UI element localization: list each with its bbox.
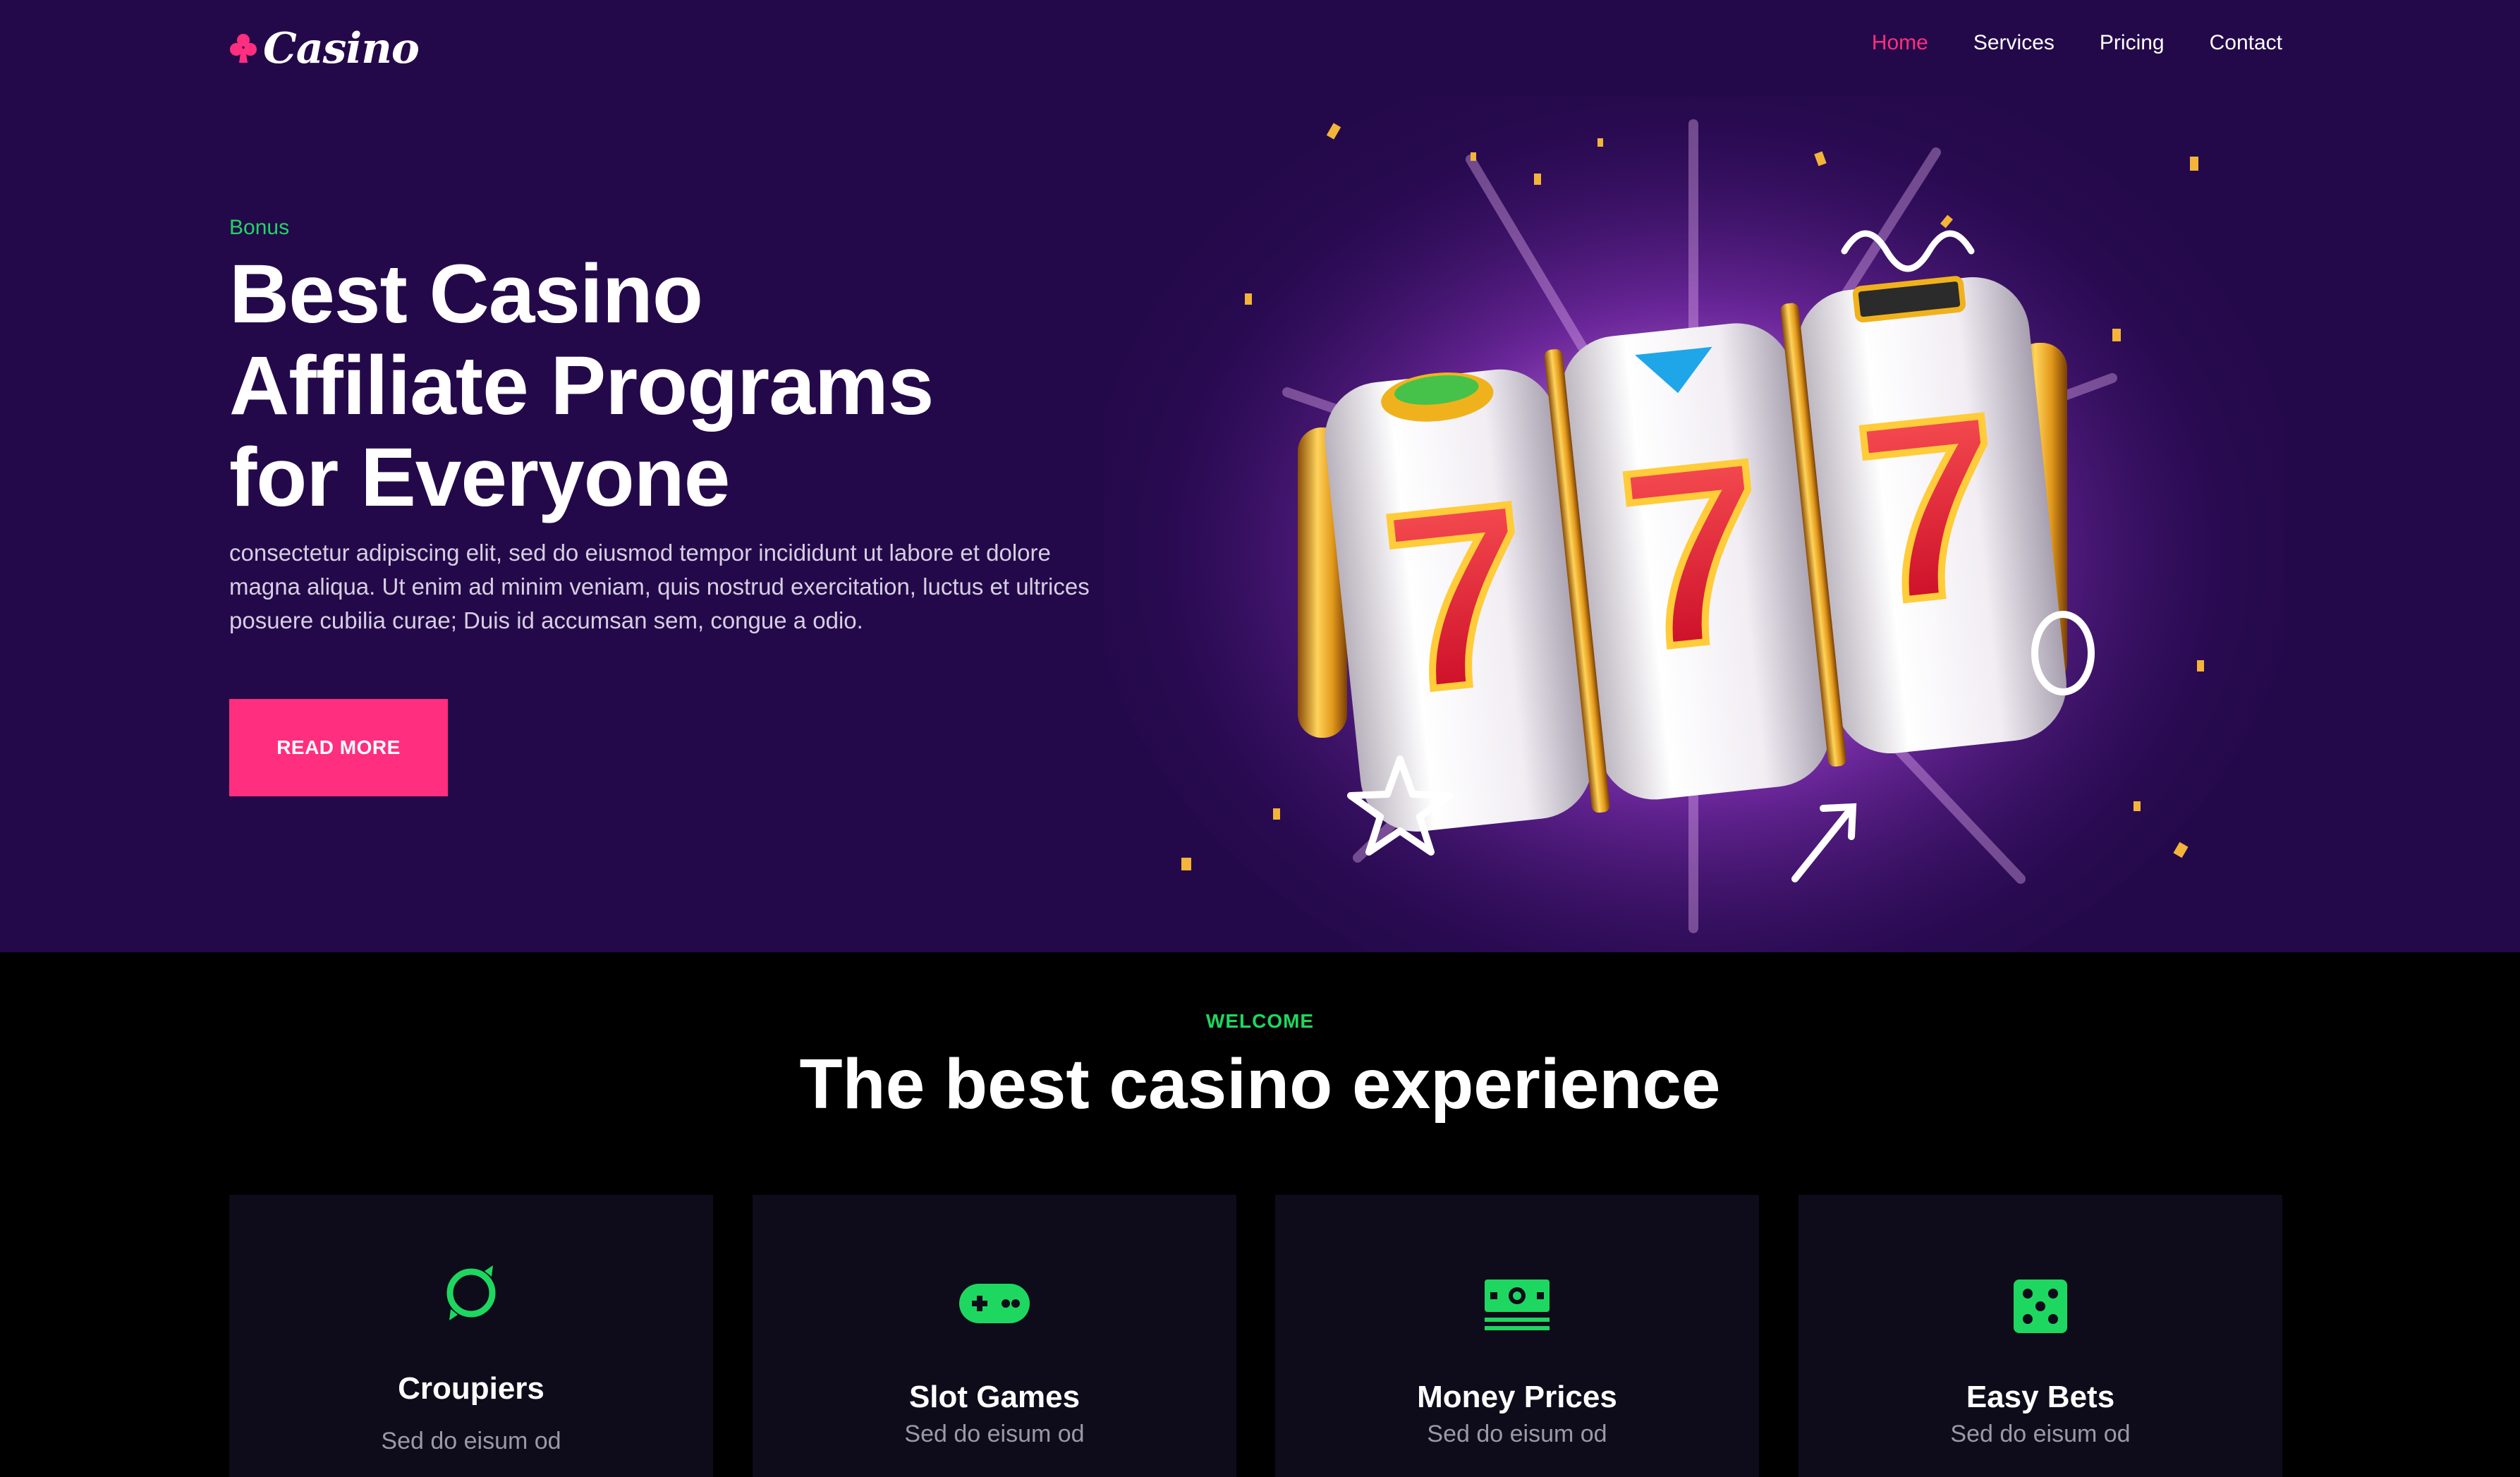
top-navigation: Casino Home Services Pricing Contact [0,0,2520,96]
svg-text:7: 7 [1846,360,2016,657]
gamepad-icon-wrap [753,1284,1236,1323]
hero-eyebrow: Bonus [229,216,290,239]
dice-icon [2014,1280,2067,1333]
card-title: Croupiers [398,1371,544,1406]
hero-title-line: for Everyone [229,431,730,524]
hero-title-line: Affiliate Programs [229,339,934,432]
nav-services-link[interactable]: Services [1973,31,2055,55]
gamepad-icon [959,1284,1030,1323]
read-more-button[interactable]: READ MORE [229,699,448,796]
feature-card-croupiers[interactable]: Croupiers Sed do eisum od [229,1195,713,1477]
hero-title: Best Casino Affiliate Programs for Every… [229,248,1104,523]
hero-content: Bonus Best Casino Affiliate Programs for… [229,216,1104,638]
main-menu: Home Services Pricing Contact [1872,31,2282,55]
croupier-icon-wrap [229,1263,713,1323]
card-title: Slot Games [908,1380,1081,1414]
welcome-title: The best casino experience [799,1045,1721,1124]
nav-pricing-link[interactable]: Pricing [2100,31,2165,55]
hero-section: Casino Home Services Pricing Contact Bon… [0,0,2520,952]
croupier-icon [446,1265,496,1320]
card-title: Easy Bets [1966,1380,2115,1414]
hero-title-line: Best Casino [229,248,703,341]
welcome-eyebrow: WELCOME [1205,1010,1315,1032]
hero-description: consectetur adipiscing elit, sed do eius… [229,540,1090,633]
card-subtitle: Sed do eisum od [1950,1421,2131,1447]
nav-contact-link[interactable]: Contact [2210,31,2282,55]
dice-icon-wrap [1798,1280,2282,1333]
svg-text:7: 7 [1610,407,1780,704]
card-title: Money Prices [1417,1380,1617,1414]
slot-machine-777-icon: 7 7 7 [1104,96,2284,952]
card-subtitle: Sed do eisum od [1427,1421,1607,1447]
nav-home-link[interactable]: Home [1872,31,1928,55]
card-subtitle: Sed do eisum od [381,1428,561,1454]
logo-text: Casino [263,24,420,73]
card-subtitle: Sed do eisum od [904,1421,1085,1447]
money-icon-wrap [1275,1280,1759,1333]
money-icon [1485,1280,1550,1330]
logo[interactable]: Casino [229,24,420,73]
feature-card-easy-bets[interactable]: Easy Bets Sed do eisum od [1798,1195,2282,1477]
feature-card-slot-games[interactable]: Slot Games Sed do eisum od [753,1195,1236,1477]
svg-text:7: 7 [1373,449,1543,746]
club-icon [230,34,257,63]
feature-card-money-prices[interactable]: Money Prices Sed do eisum od [1275,1195,1759,1477]
